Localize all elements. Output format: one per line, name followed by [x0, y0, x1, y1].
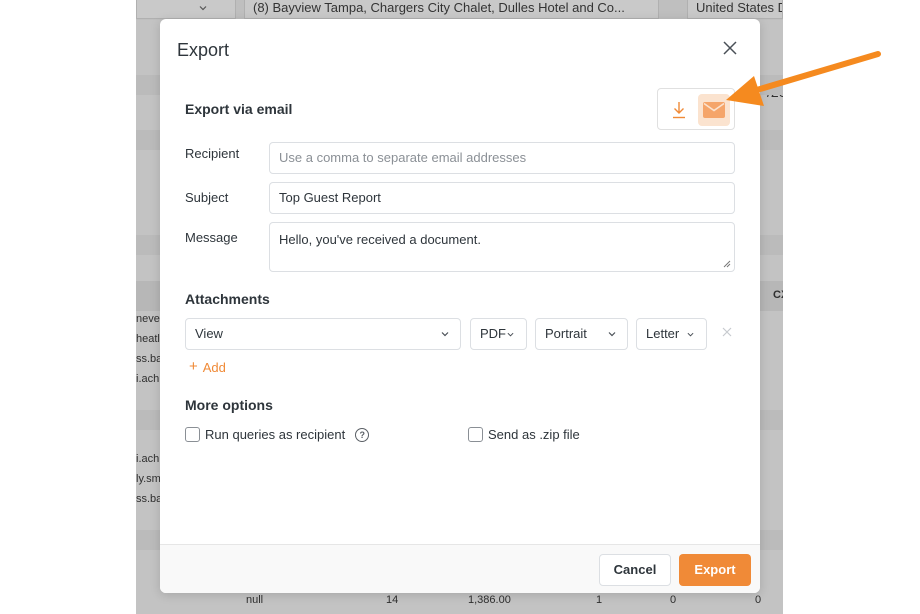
- dialog-title: Export: [177, 40, 230, 60]
- attachment-orientation-value: Portrait: [545, 326, 587, 341]
- background-cell: 0: [755, 594, 762, 606]
- more-options-title: More options: [185, 397, 273, 413]
- background-cell: 1,386.00: [468, 594, 511, 606]
- attachment-paper-select[interactable]: Letter: [636, 318, 707, 350]
- attachment-source-select[interactable]: View: [185, 318, 461, 350]
- background-cell: 1: [596, 594, 603, 606]
- run-as-recipient-label[interactable]: Run queries as recipient: [205, 427, 345, 442]
- attachment-paper-value: Letter: [646, 326, 680, 341]
- recipient-input[interactable]: Use a comma to separate email addresses: [269, 142, 735, 174]
- message-text: Hello, you've received a document.: [279, 232, 481, 247]
- run-as-recipient-checkbox[interactable]: [185, 427, 200, 442]
- add-attachment-label: Add: [202, 359, 226, 375]
- background-filter-dropdown: [136, 0, 236, 19]
- background-cell: heatl: [136, 333, 160, 345]
- background-cell: neve: [136, 313, 160, 325]
- background-cell: i.ach: [136, 373, 160, 385]
- background-cell: 0: [670, 594, 677, 606]
- chevron-down-icon: [507, 332, 514, 337]
- download-icon: [673, 102, 685, 119]
- background-cell: ly.sm: [136, 473, 161, 485]
- message-label: Message: [185, 230, 238, 245]
- arrow-annotation-icon: [726, 51, 881, 106]
- section-title: Export via email: [185, 101, 293, 117]
- send-zip-label[interactable]: Send as .zip file: [488, 427, 580, 442]
- run-as-recipient-option: Run queries as recipient ?: [185, 427, 370, 442]
- plus-icon: +: [189, 358, 198, 375]
- message-textarea[interactable]: Hello, you've received a document.: [269, 222, 735, 272]
- chevron-down-icon: [608, 332, 616, 337]
- help-icon[interactable]: ?: [355, 427, 370, 442]
- remove-attachment-icon[interactable]: [721, 326, 733, 338]
- add-attachment-button[interactable]: + Add: [189, 359, 226, 375]
- resize-grip-icon[interactable]: [723, 260, 731, 268]
- background-cell: 14: [386, 594, 399, 606]
- background-cell: i.ach: [136, 453, 160, 465]
- send-zip-checkbox[interactable]: [468, 427, 483, 442]
- dialog-footer: Cancel Export: [160, 544, 760, 593]
- background-header-text: CX: [773, 289, 783, 301]
- attachment-format-value: PDF: [480, 326, 506, 341]
- background-filter-hotels-text: (8) Bayview Tampa, Chargers City Chalet,…: [253, 0, 625, 15]
- background-cell: null: [246, 594, 264, 606]
- subject-input[interactable]: Top Guest Report: [269, 182, 735, 214]
- chevron-down-icon: [687, 332, 694, 337]
- subject-label: Subject: [185, 190, 229, 205]
- attachment-format-select[interactable]: PDF: [470, 318, 527, 350]
- attachment-orientation-select[interactable]: Portrait: [535, 318, 628, 350]
- background-filter-country-text: United States D: [696, 0, 783, 15]
- chevron-down-icon: [441, 332, 449, 337]
- download-mode-button[interactable]: [664, 95, 694, 125]
- export-dialog: Export Export via email Recipient Use a …: [160, 19, 760, 593]
- recipient-label: Recipient: [185, 146, 240, 161]
- cancel-button[interactable]: Cancel: [599, 554, 671, 586]
- attachments-title: Attachments: [185, 291, 270, 307]
- background-filter-country: United States D: [687, 0, 783, 19]
- send-zip-option: Send as .zip file: [468, 427, 580, 442]
- background-filter-hotels: (8) Bayview Tampa, Chargers City Chalet,…: [244, 0, 659, 19]
- export-button[interactable]: Export: [679, 554, 751, 586]
- chevron-down-icon: [199, 6, 207, 11]
- attachment-source-value: View: [195, 326, 223, 341]
